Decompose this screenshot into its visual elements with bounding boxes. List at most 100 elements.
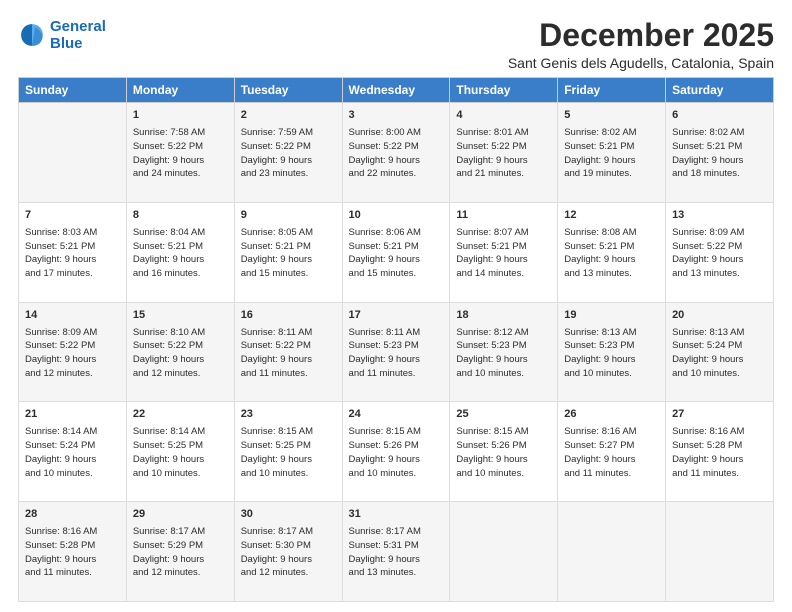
day-info: Daylight: 9 hours	[349, 353, 444, 367]
day-info: Daylight: 9 hours	[25, 353, 120, 367]
day-info: and 10 minutes.	[25, 467, 120, 481]
col-header-monday: Monday	[126, 78, 234, 103]
day-cell: 1Sunrise: 7:58 AMSunset: 5:22 PMDaylight…	[126, 103, 234, 203]
day-info: and 12 minutes.	[25, 367, 120, 381]
day-info: Sunrise: 8:15 AM	[241, 425, 336, 439]
day-cell	[558, 502, 666, 602]
day-info: Sunrise: 8:00 AM	[349, 126, 444, 140]
day-info: Sunrise: 8:13 AM	[672, 326, 767, 340]
col-header-wednesday: Wednesday	[342, 78, 450, 103]
day-number: 5	[564, 108, 659, 124]
day-cell: 20Sunrise: 8:13 AMSunset: 5:24 PMDayligh…	[666, 302, 774, 402]
day-info: Sunrise: 8:03 AM	[25, 226, 120, 240]
day-info: Sunset: 5:21 PM	[564, 140, 659, 154]
day-info: Sunrise: 8:08 AM	[564, 226, 659, 240]
day-info: Sunrise: 7:59 AM	[241, 126, 336, 140]
day-number: 7	[25, 208, 120, 224]
day-info: Daylight: 9 hours	[672, 353, 767, 367]
day-info: Sunrise: 8:14 AM	[25, 425, 120, 439]
day-info: and 14 minutes.	[456, 267, 551, 281]
day-number: 19	[564, 308, 659, 324]
day-cell	[666, 502, 774, 602]
day-info: Daylight: 9 hours	[349, 253, 444, 267]
day-number: 24	[349, 407, 444, 423]
day-info: Sunset: 5:29 PM	[133, 539, 228, 553]
day-number: 2	[241, 108, 336, 124]
day-number: 22	[133, 407, 228, 423]
day-info: Sunrise: 8:16 AM	[25, 525, 120, 539]
day-cell: 10Sunrise: 8:06 AMSunset: 5:21 PMDayligh…	[342, 202, 450, 302]
day-info: Sunset: 5:22 PM	[133, 339, 228, 353]
day-info: and 11 minutes.	[25, 566, 120, 580]
day-info: and 10 minutes.	[456, 367, 551, 381]
week-row-4: 21Sunrise: 8:14 AMSunset: 5:24 PMDayligh…	[19, 402, 774, 502]
subtitle: Sant Genis dels Agudells, Catalonia, Spa…	[508, 55, 774, 71]
calendar-table: SundayMondayTuesdayWednesdayThursdayFrid…	[18, 77, 774, 602]
day-info: Sunset: 5:30 PM	[241, 539, 336, 553]
day-cell: 17Sunrise: 8:11 AMSunset: 5:23 PMDayligh…	[342, 302, 450, 402]
day-info: and 18 minutes.	[672, 167, 767, 181]
logo-icon	[18, 21, 46, 49]
day-number: 6	[672, 108, 767, 124]
day-cell: 21Sunrise: 8:14 AMSunset: 5:24 PMDayligh…	[19, 402, 127, 502]
day-info: and 10 minutes.	[133, 467, 228, 481]
day-info: and 12 minutes.	[133, 367, 228, 381]
day-info: Sunrise: 8:17 AM	[349, 525, 444, 539]
week-row-5: 28Sunrise: 8:16 AMSunset: 5:28 PMDayligh…	[19, 502, 774, 602]
day-number: 15	[133, 308, 228, 324]
day-info: Sunrise: 8:13 AM	[564, 326, 659, 340]
day-cell: 6Sunrise: 8:02 AMSunset: 5:21 PMDaylight…	[666, 103, 774, 203]
day-cell: 5Sunrise: 8:02 AMSunset: 5:21 PMDaylight…	[558, 103, 666, 203]
day-cell: 26Sunrise: 8:16 AMSunset: 5:27 PMDayligh…	[558, 402, 666, 502]
page: General Blue December 2025 Sant Genis de…	[0, 0, 792, 612]
day-info: and 11 minutes.	[241, 367, 336, 381]
day-info: Sunrise: 8:15 AM	[349, 425, 444, 439]
day-cell: 29Sunrise: 8:17 AMSunset: 5:29 PMDayligh…	[126, 502, 234, 602]
day-cell: 22Sunrise: 8:14 AMSunset: 5:25 PMDayligh…	[126, 402, 234, 502]
day-number: 29	[133, 507, 228, 523]
day-info: and 15 minutes.	[241, 267, 336, 281]
day-info: and 12 minutes.	[133, 566, 228, 580]
day-info: Sunset: 5:21 PM	[25, 240, 120, 254]
week-row-1: 1Sunrise: 7:58 AMSunset: 5:22 PMDaylight…	[19, 103, 774, 203]
day-info: Daylight: 9 hours	[25, 453, 120, 467]
day-number: 28	[25, 507, 120, 523]
col-header-sunday: Sunday	[19, 78, 127, 103]
day-info: Sunrise: 8:02 AM	[564, 126, 659, 140]
day-info: Sunset: 5:28 PM	[672, 439, 767, 453]
day-info: and 11 minutes.	[672, 467, 767, 481]
day-info: Sunset: 5:22 PM	[241, 140, 336, 154]
day-info: and 10 minutes.	[564, 367, 659, 381]
day-info: Daylight: 9 hours	[133, 553, 228, 567]
week-row-3: 14Sunrise: 8:09 AMSunset: 5:22 PMDayligh…	[19, 302, 774, 402]
day-cell: 11Sunrise: 8:07 AMSunset: 5:21 PMDayligh…	[450, 202, 558, 302]
day-number: 25	[456, 407, 551, 423]
day-number: 17	[349, 308, 444, 324]
day-info: and 13 minutes.	[672, 267, 767, 281]
day-number: 12	[564, 208, 659, 224]
day-info: Daylight: 9 hours	[241, 154, 336, 168]
day-info: and 10 minutes.	[241, 467, 336, 481]
header-row: SundayMondayTuesdayWednesdayThursdayFrid…	[19, 78, 774, 103]
day-info: Sunrise: 8:11 AM	[241, 326, 336, 340]
day-info: Sunset: 5:24 PM	[25, 439, 120, 453]
day-number: 3	[349, 108, 444, 124]
day-info: Sunset: 5:25 PM	[241, 439, 336, 453]
day-info: and 11 minutes.	[564, 467, 659, 481]
day-info: Daylight: 9 hours	[241, 553, 336, 567]
day-info: and 21 minutes.	[456, 167, 551, 181]
day-info: Daylight: 9 hours	[133, 154, 228, 168]
day-info: and 19 minutes.	[564, 167, 659, 181]
day-number: 4	[456, 108, 551, 124]
day-info: Sunset: 5:22 PM	[672, 240, 767, 254]
day-info: Daylight: 9 hours	[564, 253, 659, 267]
day-number: 27	[672, 407, 767, 423]
day-info: Daylight: 9 hours	[672, 154, 767, 168]
day-info: Daylight: 9 hours	[672, 253, 767, 267]
main-title: December 2025	[508, 18, 774, 53]
day-info: Sunset: 5:23 PM	[564, 339, 659, 353]
day-cell: 8Sunrise: 8:04 AMSunset: 5:21 PMDaylight…	[126, 202, 234, 302]
day-cell: 23Sunrise: 8:15 AMSunset: 5:25 PMDayligh…	[234, 402, 342, 502]
day-info: Daylight: 9 hours	[349, 453, 444, 467]
day-cell: 28Sunrise: 8:16 AMSunset: 5:28 PMDayligh…	[19, 502, 127, 602]
